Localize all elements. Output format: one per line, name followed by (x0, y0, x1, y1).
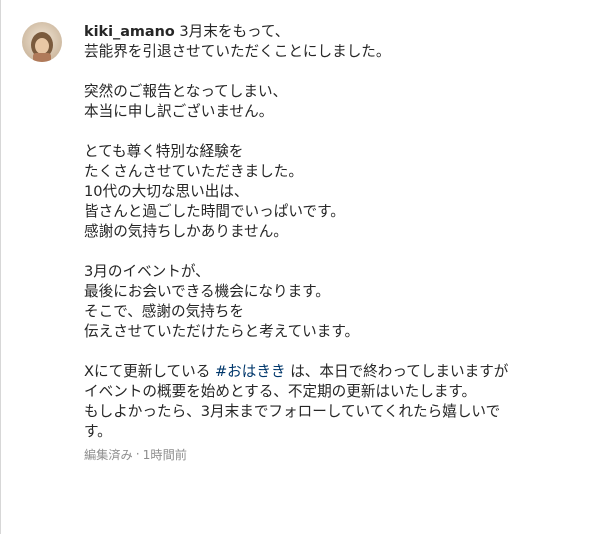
comment-line: Xにて更新している #おはきき は、本日で終わってしまいますが (84, 362, 604, 382)
comment-meta: 編集済み · 1時間前 (84, 445, 604, 463)
paragraph: 芸能界を引退させていただくことにしました。 (84, 42, 604, 62)
meta-separator: · (135, 447, 140, 461)
comment-body: kiki_amano 3月末をもって、 芸能界を引退させていただくことにしました… (84, 22, 604, 463)
comment-line: とても尊く特別な経験を (84, 143, 244, 160)
comment-line: 10代の大切な思い出は、 (84, 183, 249, 200)
timestamp[interactable]: 1時間前 (143, 445, 187, 463)
comment-line: 伝えさせていただけたらと考えています。 (84, 323, 360, 340)
comment-text-fragment: は、本日で終わってしまいますが (285, 363, 509, 380)
paragraph: 突然のご報告となってしまい、 本当に申し訳ございません。 (84, 82, 604, 122)
username[interactable]: kiki_amano (84, 24, 175, 40)
comment-line: 本当に申し訳ございません。 (84, 103, 274, 120)
avatar-image (22, 22, 62, 62)
comment-line: 3月末をもって、 (179, 23, 290, 40)
hashtag-link[interactable]: #おはきき (215, 363, 286, 380)
comment-line: す。 (84, 423, 112, 440)
avatar[interactable] (22, 22, 62, 62)
edited-label: 編集済み (84, 448, 133, 462)
comment-text: kiki_amano 3月末をもって、 芸能界を引退させていただくことにしました… (84, 22, 604, 442)
paragraph: とても尊く特別な経験を たくさんさせていただきました。 10代の大切な思い出は、… (84, 142, 604, 242)
comment-text-fragment: Xにて更新している (84, 363, 215, 380)
comment-line: 感謝の気持ちしかありません。 (84, 223, 288, 240)
comment-line: 最後にお会いできる機会になります。 (84, 283, 330, 300)
comment-line: たくさんさせていただきました。 (84, 163, 303, 180)
comment-first-line: kiki_amano 3月末をもって、 (84, 22, 604, 42)
comment-line: 芸能界を引退させていただくことにしました。 (84, 43, 391, 60)
comment-line: もしよかったら、3月末までフォローしていてくれたら嬉しいで (84, 403, 501, 420)
comment-line: イベントの概要を始めとする、不定期の更新はいたします。 (84, 383, 477, 400)
comment-line: 皆さんと過ごした時間でいっぱいです。 (84, 203, 345, 220)
frame-edge (0, 0, 1, 534)
comment-line: 突然のご報告となってしまい、 (84, 83, 288, 100)
paragraph: 3月のイベントが、 最後にお会いできる機会になります。 そこで、感謝の気持ちを … (84, 262, 604, 342)
comment-line: そこで、感謝の気持ちを (84, 303, 244, 320)
comment-line: 3月のイベントが、 (84, 263, 210, 280)
paragraph: Xにて更新している #おはきき は、本日で終わってしまいますが イベントの概要を… (84, 362, 604, 442)
